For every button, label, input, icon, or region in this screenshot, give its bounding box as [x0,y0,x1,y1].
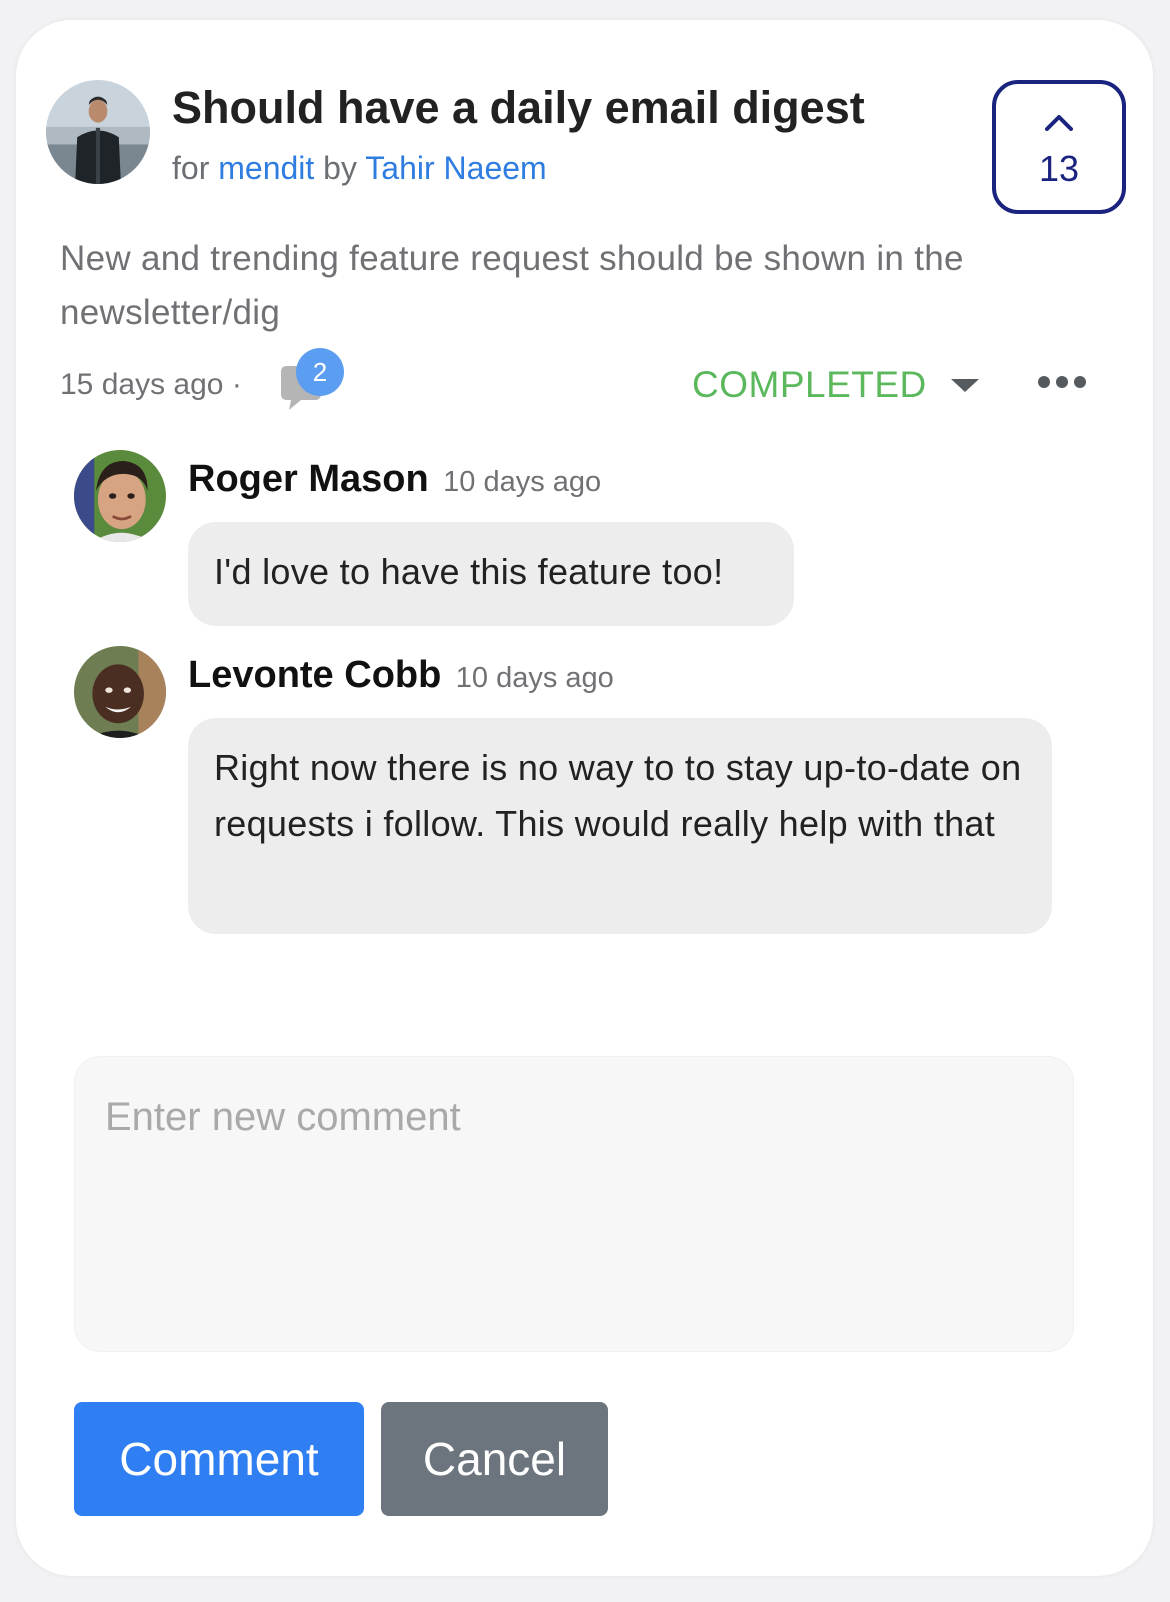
avatar-photo-levonte [74,646,166,738]
upvote-button[interactable]: 13 [992,80,1126,214]
comment-author[interactable]: Levonte Cobb [188,654,441,696]
post-title[interactable]: Should have a daily email digest [172,82,865,134]
comment-header: Roger Mason 10 days ago [188,458,601,501]
comment-text: I'd love to have this feature too! [188,522,794,626]
chevron-up-icon [1045,115,1073,131]
comment-timestamp: 10 days ago [443,466,602,498]
vote-count: 13 [1038,148,1080,189]
meta-for-label: for [172,150,210,186]
meta-by-label: by [323,150,357,186]
comment-count-badge: 2 [296,348,344,396]
post-timestamp: 15 days ago · [60,368,242,402]
comment-text: Right now there is no way to to stay up-… [188,718,1052,934]
meta-separator: · [231,368,242,401]
more-horizontal-icon[interactable] [1036,370,1088,394]
post-meta: for mendit by Tahir Naeem [172,150,547,187]
comment-header: Levonte Cobb 10 days ago [188,654,614,697]
comment-timestamp: 10 days ago [455,662,614,694]
cancel-button[interactable]: Cancel [381,1402,608,1516]
board-link[interactable]: mendit [218,150,314,186]
caret-down-icon [950,379,979,392]
avatar-photo-roger [74,450,166,542]
comment-submit-button[interactable]: Comment [74,1402,364,1516]
feature-request-card: Should have a daily email digest for men… [16,20,1153,1576]
new-comment-input[interactable] [74,1056,1074,1352]
commenter-avatar[interactable] [74,646,166,738]
commenter-avatar[interactable] [74,450,166,542]
post-description: New and trending feature request should … [60,239,964,332]
avatar-photo-tahir [46,80,150,184]
status-dropdown[interactable]: COMPLETED [692,364,981,406]
post-author-avatar[interactable] [46,80,150,184]
comment-author[interactable]: Roger Mason [188,458,429,500]
status-label: COMPLETED [692,364,927,405]
author-link[interactable]: Tahir Naeem [365,150,546,186]
post-time-text: 15 days ago [60,368,224,401]
